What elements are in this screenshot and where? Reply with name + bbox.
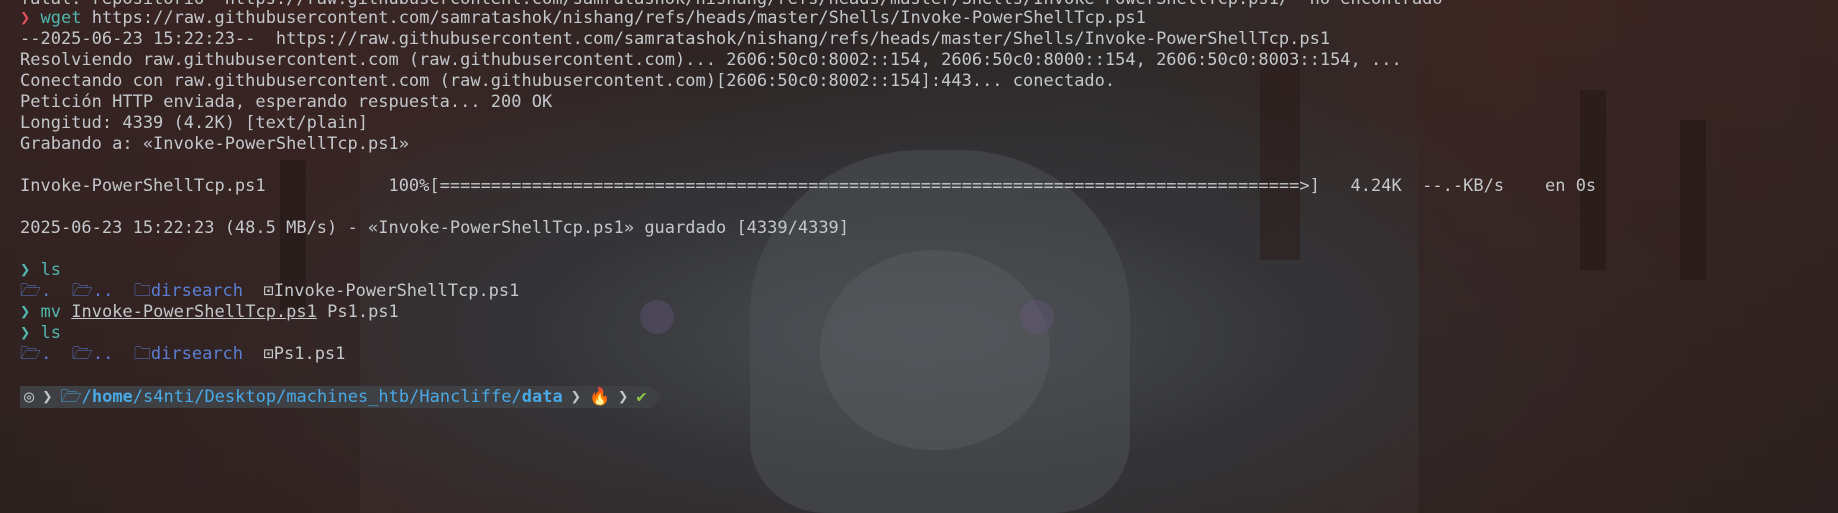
command-arg: Invoke-PowerShellTcp.ps1 — [71, 302, 317, 322]
folder-open-icon: 🗁 — [20, 344, 42, 364]
command-name: ls — [40, 260, 61, 280]
ls-output: 🗁. 🗁.. 🗀dirsearch ⊡Invoke-PowerShellTcp.… — [20, 281, 520, 301]
command-args: https://raw.githubusercontent.com/samrat… — [91, 8, 1146, 28]
fire-icon: 🔥 — [584, 386, 615, 408]
prompt-symbol: ❯ — [20, 8, 31, 28]
command-line: ❯ mv Invoke-PowerShellTcp.ps1 Ps1.ps1 — [20, 302, 399, 323]
terminal-line: Petición HTTP enviada, esperando respues… — [20, 92, 553, 112]
prompt-end — [650, 386, 662, 408]
separator-icon: ❯ — [566, 386, 585, 408]
command-name: ls — [40, 323, 61, 343]
prompt-symbol: ❯ — [20, 323, 31, 343]
path-segment: 🗁 / home/s4nti/Desktop/machines_htb/Hancli… — [56, 386, 567, 408]
terminal-line: 2025-06-23 15:22:23 (48.5 MB/s) - «Invok… — [20, 218, 850, 238]
command-line: ❯ wget https://raw.githubusercontent.com… — [20, 8, 1146, 29]
terminal-output[interactable]: fatal: repositorio 'https://raw.githubus… — [20, 0, 1838, 513]
powerline-prompt: ◎ ❯ 🗁 / home/s4nti/Desktop/machines_htb/Ha… — [20, 386, 662, 408]
command-name: mv — [40, 302, 61, 322]
progress-line: Invoke-PowerShellTcp.ps1 100%[==========… — [20, 176, 1597, 196]
command-line: ❯ ls — [20, 323, 61, 344]
folder-open-icon: 🗁 — [71, 344, 93, 364]
terminal-line: Longitud: 4339 (4.2K) [text/plain] — [20, 113, 368, 133]
command-line: ❯ ls — [20, 260, 61, 281]
separator-icon: ❯ — [38, 386, 57, 408]
folder-open-icon: 🗁 — [71, 281, 93, 301]
folder-icon: 🗀 — [133, 344, 151, 364]
prompt-symbol: ❯ — [20, 302, 31, 322]
debian-icon: ◎ — [20, 386, 39, 408]
prompt-symbol: ❯ — [20, 260, 31, 280]
folder-open-icon: 🗁 — [20, 281, 42, 301]
separator-icon: ❯ — [614, 386, 633, 408]
script-file-icon: ⊡ — [263, 344, 274, 364]
ls-output: 🗁. 🗁.. 🗀dirsearch ⊡Ps1.ps1 — [20, 344, 346, 364]
script-file-icon: ⊡ — [263, 281, 274, 301]
terminal-line: --2025-06-23 15:22:23-- https://raw.gith… — [20, 29, 1331, 49]
folder-open-icon: 🗁 — [60, 387, 82, 407]
terminal-line: Resolviendo raw.githubusercontent.com (r… — [20, 50, 1402, 70]
command-arg: Ps1.ps1 — [327, 302, 399, 322]
terminal-line: Grabando a: «Invoke-PowerShellTcp.ps1» — [20, 134, 409, 154]
check-icon: ✔ — [632, 386, 651, 408]
folder-icon: 🗀 — [133, 281, 151, 301]
command-name: wget — [40, 8, 82, 28]
terminal-line: Conectando con raw.githubusercontent.com… — [20, 71, 1116, 91]
